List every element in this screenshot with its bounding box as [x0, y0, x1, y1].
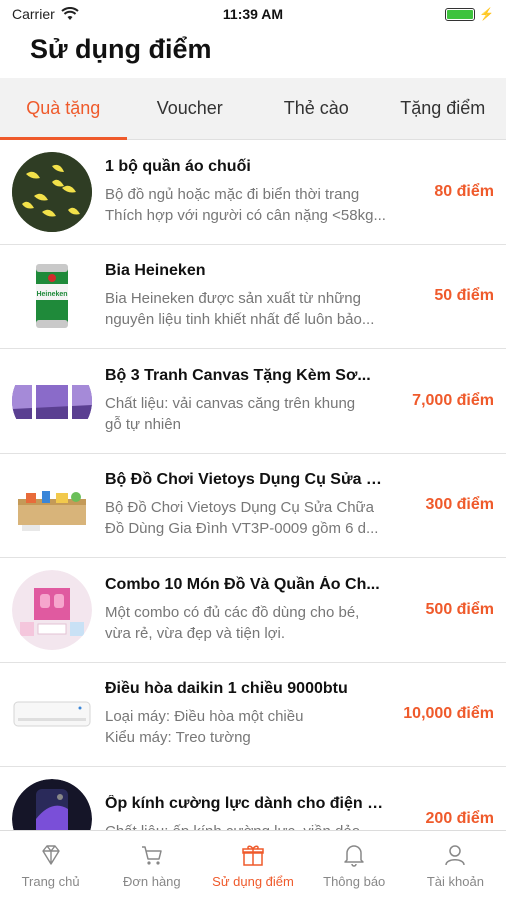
diamond-icon	[41, 845, 60, 865]
item-description: Bộ đồ ngủ hoặc mặc đi biển thời trang Th…	[105, 184, 405, 226]
bell-icon	[344, 845, 364, 867]
item-text: Bộ 3 Tranh Canvas Tặng Kèm Sơ... Chất li…	[92, 367, 406, 435]
item-desc-line: Kiểu máy: Treo tường	[105, 729, 251, 747]
status-bar: Carrier 11:39 AM ⚡	[0, 0, 506, 28]
item-description: Bộ Đồ Chơi Vietoys Dụng Cụ Sửa Chữa Đồ D…	[105, 497, 405, 539]
carrier-label: Carrier	[12, 6, 55, 22]
battery-fill	[447, 9, 474, 19]
item-points: 50 điểm	[434, 287, 494, 305]
item-desc-line: Đồ Dùng Gia Đình VT3P-0009 gồm 6 d...	[105, 520, 379, 538]
item-desc-line: Một combo có đủ các đồ dùng cho bé,	[105, 603, 360, 621]
item-title: Ốp kính cường lực dành cho điện t...	[105, 795, 385, 813]
item-points: 500 điểm	[425, 600, 494, 618]
wifi-icon	[61, 7, 79, 20]
item-desc-line: Bộ Đồ Chơi Vietoys Dụng Cụ Sửa Chữa	[105, 499, 374, 517]
battery: ⚡	[445, 7, 494, 21]
item-title: Bộ 3 Tranh Canvas Tặng Kèm Sơ...	[105, 366, 371, 384]
item-description: Bia Heineken được sản xuất từ những nguy…	[105, 288, 405, 330]
item-text: Điều hòa daikin 1 chiều 9000btu Loại máy…	[92, 680, 397, 748]
tabbar-thong-bao[interactable]: Thông báo	[304, 831, 405, 900]
tabbar-label: Tài khoản	[426, 874, 484, 889]
tabbar-tai-khoan[interactable]: Tài khoản	[405, 831, 506, 900]
item-desc-line: Loại máy: Điều hòa một chiều	[105, 708, 304, 726]
battery-icon	[445, 7, 476, 21]
toy-tools-image	[12, 465, 92, 545]
list-item[interactable]: Bộ 3 Tranh Canvas Tặng Kèm Sơ... Chất li…	[0, 349, 506, 454]
tab-tang-diem[interactable]: Tặng điểm	[380, 78, 506, 139]
item-description: Một combo có đủ các đồ dùng cho bé, vừa …	[105, 602, 405, 644]
list-item[interactable]: Điều hòa daikin 1 chiều 9000btu Loại máy…	[0, 663, 506, 767]
tabbar-label: Sử dụng điểm	[212, 874, 294, 889]
list-item[interactable]: 1 bộ quần áo chuối Bộ đồ ngủ hoặc mặc đi…	[0, 140, 506, 245]
status-left: Carrier	[12, 6, 79, 22]
item-title: Điều hòa daikin 1 chiều 9000btu	[105, 680, 348, 698]
list-item[interactable]: Combo 10 Món Đồ Và Quần Áo Ch... Một com…	[0, 558, 506, 663]
tab-voucher[interactable]: Voucher	[127, 78, 254, 139]
item-points: 200 điểm	[425, 809, 494, 827]
item-desc-line: vừa rẻ, vừa đẹp và tiện lợi.	[105, 624, 285, 642]
banana-clothes-image	[12, 151, 92, 232]
baby-combo-image	[12, 569, 92, 650]
page-title: Sử dụng điểm	[30, 34, 212, 64]
gift-list: 1 bộ quần áo chuối Bộ đồ ngủ hoặc mặc đi…	[0, 140, 506, 830]
item-desc-line: Bộ đồ ngủ hoặc mặc đi biển thời trang	[105, 185, 360, 203]
tabbar-label: Trang chủ	[21, 874, 80, 889]
item-points: 300 điểm	[425, 496, 494, 514]
tabbar-su-dung-diem[interactable]: Sử dụng điểm	[202, 831, 303, 900]
item-desc-line: gỗ tự nhiên	[105, 415, 181, 433]
tabbar-don-hang[interactable]: Đơn hàng	[101, 831, 202, 900]
list-item[interactable]: Heineken Bia Heineken Bia Heineken được …	[0, 245, 506, 349]
user-icon	[445, 845, 466, 866]
bottom-tab-bar: Trang chủ Đơn hàng Sử dụng điểm Thông bá…	[0, 830, 506, 900]
item-desc-line: nguyên liệu tinh khiết nhất để luôn bảo.…	[105, 311, 375, 329]
item-description: Chất liệu: vải canvas căng trên khung gỗ…	[105, 393, 405, 435]
item-title: Bộ Đồ Chơi Vietoys Dụng Cụ Sửa C...	[105, 471, 385, 489]
item-desc-line: Chất liệu: ốp kính cường lực, viền dẻo	[105, 821, 405, 830]
beer-can-image: Heineken	[12, 256, 92, 336]
charging-icon: ⚡	[479, 7, 494, 21]
item-desc-line: Thích hợp với người có cân nặng <58kg...	[105, 206, 386, 224]
item-text: Ốp kính cường lực dành cho điện t... Chấ…	[92, 795, 420, 830]
item-text: Bộ Đồ Chơi Vietoys Dụng Cụ Sửa C... Bộ Đ…	[92, 471, 420, 539]
item-title: 1 bộ quần áo chuối	[105, 157, 251, 175]
item-title: Bia Heineken	[105, 262, 206, 280]
canvas-painting-image	[12, 361, 92, 441]
tabbar-label: Thông báo	[323, 874, 386, 889]
item-description: Loại máy: Điều hòa một chiều Kiểu máy: T…	[105, 706, 397, 748]
item-title: Combo 10 Món Đồ Và Quần Áo Ch...	[105, 575, 380, 593]
item-desc-line: Chất liệu: vải canvas căng trên khung	[105, 394, 356, 412]
item-text: 1 bộ quần áo chuối Bộ đồ ngủ hoặc mặc đi…	[92, 158, 428, 226]
tab-the-cao[interactable]: Thẻ cào	[253, 78, 380, 139]
tabbar-trang-chu[interactable]: Trang chủ	[0, 831, 101, 900]
item-points: 7,000 điểm	[412, 391, 494, 409]
phone-case-image	[12, 778, 92, 830]
list-item[interactable]: Bộ Đồ Chơi Vietoys Dụng Cụ Sửa C... Bộ Đ…	[0, 454, 506, 558]
svg-text:Heineken: Heineken	[36, 291, 67, 298]
item-text: Bia Heineken Bia Heineken được sản xuất …	[92, 262, 428, 330]
cart-icon	[141, 846, 162, 865]
item-desc-line: Bia Heineken được sản xuất từ những	[105, 290, 361, 308]
gift-icon	[242, 845, 264, 866]
item-description: Chất liệu: ốp kính cường lực, viền dẻo	[105, 821, 405, 830]
tab-qua-tang[interactable]: Quà tặng	[0, 78, 127, 140]
item-text: Combo 10 Món Đồ Và Quần Áo Ch... Một com…	[92, 576, 420, 644]
item-points: 80 điểm	[434, 182, 494, 200]
tabbar-label: Đơn hàng	[122, 874, 181, 889]
air-conditioner-image	[12, 674, 92, 754]
list-item[interactable]: Ốp kính cường lực dành cho điện t... Chấ…	[0, 767, 506, 830]
item-points: 10,000 điểm	[403, 705, 494, 723]
tab-bar-top: Quà tặng Voucher Thẻ cào Tặng điểm	[0, 78, 506, 140]
